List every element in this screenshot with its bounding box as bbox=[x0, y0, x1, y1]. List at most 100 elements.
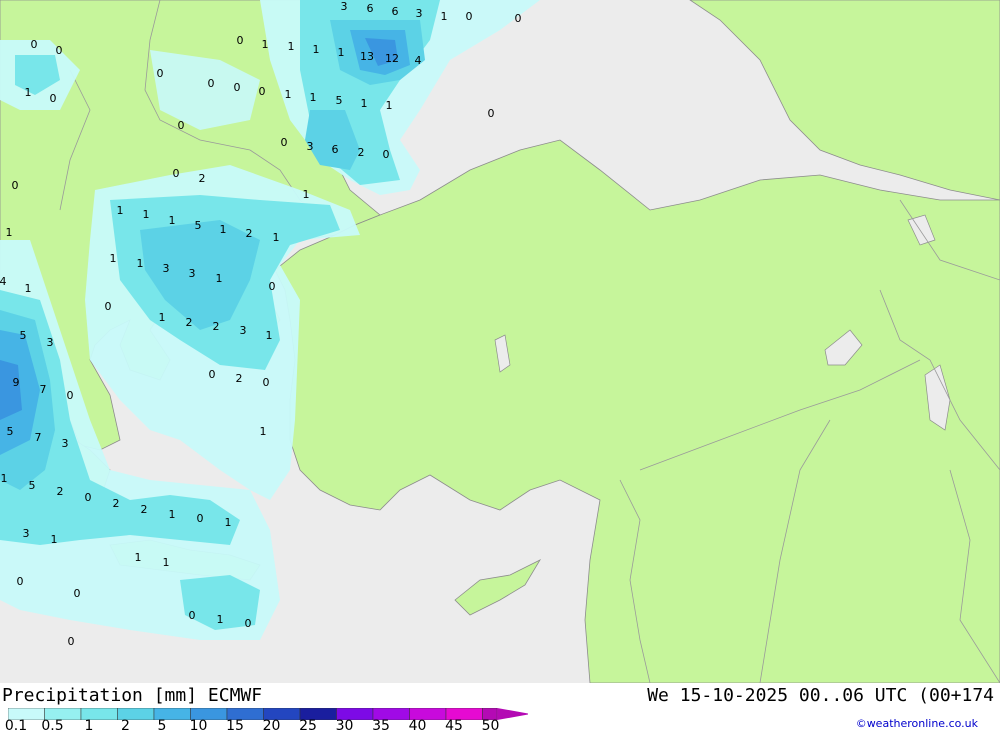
map-value: 1 bbox=[135, 551, 142, 564]
legend-label: 50 bbox=[481, 718, 500, 734]
map-value: 1 bbox=[6, 226, 13, 239]
legend-label: 25 bbox=[299, 718, 317, 734]
legend-label: 5 bbox=[157, 718, 167, 734]
map-value: 0 bbox=[67, 389, 74, 402]
map-value: 0 bbox=[85, 491, 92, 504]
legend-label: 40 bbox=[408, 718, 427, 734]
map-value: 1 bbox=[25, 86, 32, 99]
map-value: 1 bbox=[216, 272, 223, 285]
map-value: 0 bbox=[515, 12, 522, 25]
map-value: 3 bbox=[47, 336, 54, 349]
map-value: 3 bbox=[23, 527, 30, 540]
legend-label: 20 bbox=[262, 718, 281, 734]
map-value: 2 bbox=[57, 485, 64, 498]
map-value: 0 bbox=[237, 34, 244, 47]
map-value: 2 bbox=[236, 372, 243, 385]
map-value: 1 bbox=[285, 88, 292, 101]
legend-label: 15 bbox=[226, 718, 244, 734]
map-value: 5 bbox=[336, 94, 343, 107]
legend-footer: Precipitation [mm] ECMWF We 15-10-2025 0… bbox=[0, 683, 1000, 734]
map-value: 1 bbox=[262, 38, 269, 51]
map-value: 0 bbox=[263, 376, 270, 389]
map-value: 3 bbox=[163, 262, 170, 275]
map-value: 5 bbox=[7, 425, 14, 438]
map-value: 1 bbox=[110, 252, 117, 265]
map-value: 2 bbox=[358, 146, 365, 159]
map-value: 0 bbox=[466, 10, 473, 23]
map-value: 13 bbox=[360, 50, 374, 63]
legend-label: 0.5 bbox=[41, 718, 64, 734]
legend-label: 45 bbox=[445, 718, 463, 734]
map-value: 0 bbox=[74, 587, 81, 600]
map-value: 0 bbox=[269, 280, 276, 293]
map-value: 1 bbox=[117, 204, 124, 217]
map-value: 5 bbox=[20, 329, 27, 342]
map-value: 0 bbox=[157, 67, 164, 80]
map-value: 0 bbox=[245, 617, 252, 630]
map-value: 0 bbox=[209, 368, 216, 381]
valid-time: We 15-10-2025 00..06 UTC (00+174 bbox=[647, 685, 994, 706]
map-value: 1 bbox=[313, 43, 320, 56]
map-value: 1 bbox=[220, 223, 227, 236]
map-value: 2 bbox=[246, 227, 253, 240]
map-value: 0 bbox=[178, 119, 185, 132]
map-value: 7 bbox=[40, 383, 47, 396]
map-value: 1 bbox=[1, 472, 8, 485]
map-value: 0 bbox=[488, 107, 495, 120]
legend-label: 30 bbox=[335, 718, 354, 734]
map-value: 0 bbox=[56, 44, 63, 57]
map-value: 1 bbox=[303, 188, 310, 201]
map-value: 0 bbox=[208, 77, 215, 90]
map-value: 1 bbox=[25, 282, 32, 295]
map-value: 3 bbox=[341, 0, 348, 13]
map-value: 0 bbox=[281, 136, 288, 149]
map-value: 0 bbox=[197, 512, 204, 525]
map-value: 5 bbox=[29, 479, 36, 492]
map-value: 7 bbox=[35, 431, 42, 444]
map-value: 3 bbox=[307, 140, 314, 153]
map-value: 0 bbox=[259, 85, 266, 98]
map-value: 0 bbox=[189, 609, 196, 622]
map-value: 1 bbox=[163, 556, 170, 569]
map-value: 9 bbox=[13, 376, 20, 389]
legend-label: 0.1 bbox=[4, 718, 28, 734]
map-canvas: 3 6 6 3 1 0 0 0 0 0 1 1 1 1 13 12 4 0 1 … bbox=[0, 0, 1000, 684]
map-value: 6 bbox=[332, 143, 339, 156]
map-value: 1 bbox=[137, 257, 144, 270]
map-value: 1 bbox=[51, 533, 58, 546]
map-value: 2 bbox=[213, 320, 220, 333]
map-value: 12 bbox=[385, 52, 399, 65]
map-value: 1 bbox=[260, 425, 267, 438]
map-value: 1 bbox=[217, 613, 224, 626]
map-value: 0 bbox=[17, 575, 24, 588]
legend-label: 35 bbox=[372, 718, 390, 734]
map-value: 1 bbox=[338, 46, 345, 59]
credit-link[interactable]: ©weatheronline.co.uk bbox=[856, 717, 978, 730]
legend-label: 2 bbox=[121, 718, 130, 734]
map-value: 6 bbox=[392, 5, 399, 18]
map-value: 1 bbox=[143, 208, 150, 221]
map-value: 6 bbox=[367, 2, 374, 15]
precipitation-map[interactable]: 3 6 6 3 1 0 0 0 0 0 1 1 1 1 13 12 4 0 1 … bbox=[0, 0, 1000, 684]
map-value: 1 bbox=[361, 97, 368, 110]
map-value: 0 bbox=[50, 92, 57, 105]
map-value: 1 bbox=[225, 516, 232, 529]
map-value: 2 bbox=[113, 497, 120, 510]
map-value: 3 bbox=[416, 7, 423, 20]
map-value: 1 bbox=[441, 10, 448, 23]
map-value: 1 bbox=[159, 311, 166, 324]
map-value: 1 bbox=[169, 214, 176, 227]
map-value: 3 bbox=[62, 437, 69, 450]
map-value: 0 bbox=[173, 167, 180, 180]
map-value: 0 bbox=[68, 635, 75, 648]
map-value: 2 bbox=[186, 316, 193, 329]
map-value: 4 bbox=[0, 275, 7, 288]
map-value: 2 bbox=[141, 503, 148, 516]
legend-label: 1 bbox=[84, 718, 94, 734]
map-value: 1 bbox=[273, 231, 280, 244]
map-value: 1 bbox=[310, 91, 317, 104]
map-value: 1 bbox=[266, 329, 273, 342]
map-title: Precipitation [mm] ECMWF bbox=[2, 685, 263, 706]
map-value: 3 bbox=[189, 267, 196, 280]
map-value: 0 bbox=[12, 179, 19, 192]
